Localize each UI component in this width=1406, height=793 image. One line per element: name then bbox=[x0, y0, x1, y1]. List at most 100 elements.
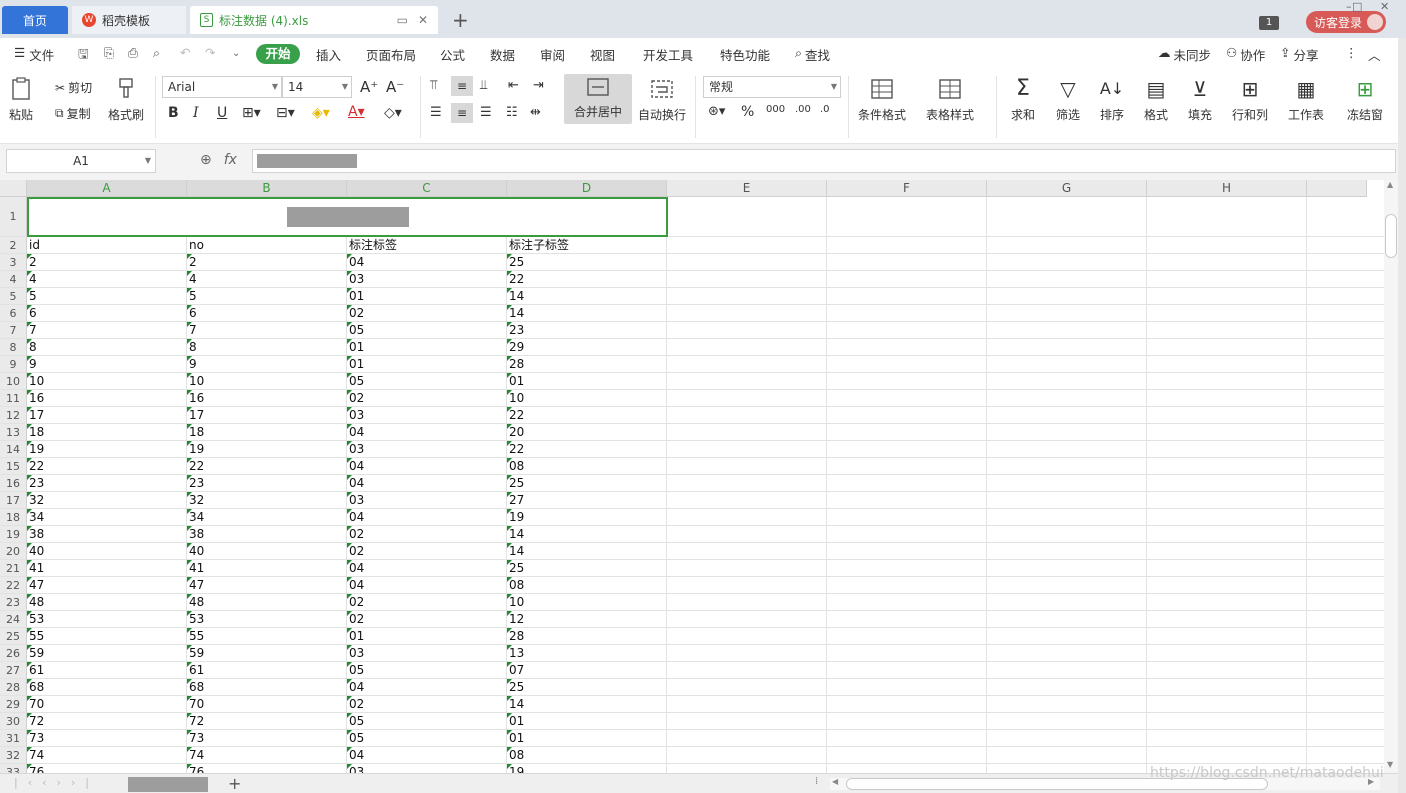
scroll-up-icon[interactable]: ▲ bbox=[1387, 180, 1393, 189]
empty-cell[interactable] bbox=[827, 594, 987, 611]
empty-cell[interactable] bbox=[827, 339, 987, 356]
select-all-corner[interactable] bbox=[0, 180, 27, 197]
fill-button[interactable]: ⊻ 填充 bbox=[1187, 76, 1213, 123]
align-middle-icon[interactable]: ≡ bbox=[451, 76, 473, 96]
empty-cell[interactable] bbox=[1307, 254, 1384, 271]
table-cell[interactable]: 05 bbox=[347, 713, 507, 730]
table-cell[interactable]: 02 bbox=[347, 696, 507, 713]
empty-cell[interactable] bbox=[1147, 679, 1307, 696]
empty-cell[interactable] bbox=[827, 458, 987, 475]
empty-cell[interactable] bbox=[827, 611, 987, 628]
empty-cell[interactable] bbox=[987, 611, 1147, 628]
empty-cell[interactable] bbox=[1307, 475, 1384, 492]
row-header[interactable]: 29 bbox=[0, 696, 27, 713]
table-cell[interactable]: 13 bbox=[507, 645, 667, 662]
row-header[interactable]: 17 bbox=[0, 492, 27, 509]
menu-formula[interactable]: 公式 bbox=[440, 45, 465, 64]
row-header[interactable]: 19 bbox=[0, 526, 27, 543]
table-cell[interactable]: 22 bbox=[27, 458, 187, 475]
table-cell[interactable]: 25 bbox=[507, 679, 667, 696]
empty-cell[interactable] bbox=[987, 594, 1147, 611]
close-window-icon[interactable]: ✕ bbox=[1380, 0, 1389, 13]
table-cell[interactable]: 40 bbox=[27, 543, 187, 560]
empty-cell[interactable] bbox=[1147, 543, 1307, 560]
empty-cell[interactable] bbox=[987, 747, 1147, 764]
table-cell[interactable]: 04 bbox=[347, 509, 507, 526]
empty-cell[interactable] bbox=[1307, 373, 1384, 390]
empty-cell[interactable] bbox=[1307, 305, 1384, 322]
table-cell[interactable]: 76 bbox=[187, 764, 347, 773]
empty-cell[interactable] bbox=[1147, 424, 1307, 441]
table-cell[interactable]: 68 bbox=[187, 679, 347, 696]
empty-cell[interactable] bbox=[1147, 197, 1307, 237]
row-header[interactable]: 10 bbox=[0, 373, 27, 390]
table-cell[interactable]: 38 bbox=[27, 526, 187, 543]
empty-cell[interactable] bbox=[667, 322, 827, 339]
empty-cell[interactable] bbox=[827, 696, 987, 713]
window-count-badge[interactable]: 1 bbox=[1259, 16, 1279, 30]
add-sheet-icon[interactable]: + bbox=[228, 774, 241, 793]
table-cell[interactable]: 7 bbox=[187, 322, 347, 339]
format-painter-button[interactable]: 格式刷 bbox=[108, 76, 144, 123]
underline-icon[interactable]: U bbox=[217, 105, 227, 121]
table-cell[interactable]: 10 bbox=[27, 373, 187, 390]
column-header-d[interactable]: D bbox=[507, 180, 667, 197]
empty-cell[interactable] bbox=[1307, 509, 1384, 526]
menu-insert[interactable]: 插入 bbox=[316, 45, 341, 64]
table-cell[interactable]: 23 bbox=[27, 475, 187, 492]
row-header[interactable]: 15 bbox=[0, 458, 27, 475]
empty-cell[interactable] bbox=[667, 594, 827, 611]
empty-cell[interactable] bbox=[827, 645, 987, 662]
table-cell[interactable]: 5 bbox=[27, 288, 187, 305]
empty-cell[interactable] bbox=[667, 254, 827, 271]
empty-cell[interactable] bbox=[1147, 356, 1307, 373]
empty-cell[interactable] bbox=[1147, 373, 1307, 390]
empty-cell[interactable] bbox=[987, 475, 1147, 492]
empty-cell[interactable] bbox=[667, 696, 827, 713]
sum-button[interactable]: Σ 求和 bbox=[1010, 76, 1036, 123]
new-tab-button[interactable]: + bbox=[452, 8, 469, 32]
empty-cell[interactable] bbox=[827, 526, 987, 543]
table-cell[interactable]: 03 bbox=[347, 764, 507, 773]
table-cell[interactable]: 04 bbox=[347, 458, 507, 475]
empty-cell[interactable] bbox=[987, 339, 1147, 356]
empty-cell[interactable] bbox=[667, 713, 827, 730]
table-cell[interactable]: 03 bbox=[347, 271, 507, 288]
indent-decrease-icon[interactable]: ⇤ bbox=[508, 78, 519, 93]
table-cell[interactable]: 10 bbox=[507, 594, 667, 611]
table-cell[interactable]: 05 bbox=[347, 662, 507, 679]
table-cell[interactable]: 02 bbox=[347, 611, 507, 628]
column-header-g[interactable]: G bbox=[987, 180, 1147, 197]
empty-cell[interactable] bbox=[1307, 662, 1384, 679]
table-cell[interactable]: id bbox=[27, 237, 187, 254]
table-cell[interactable]: 74 bbox=[187, 747, 347, 764]
empty-cell[interactable] bbox=[667, 492, 827, 509]
table-cell[interactable]: 48 bbox=[187, 594, 347, 611]
row-header[interactable]: 27 bbox=[0, 662, 27, 679]
empty-cell[interactable] bbox=[1147, 458, 1307, 475]
empty-cell[interactable] bbox=[827, 679, 987, 696]
empty-cell[interactable] bbox=[667, 509, 827, 526]
empty-cell[interactable] bbox=[1307, 356, 1384, 373]
empty-cell[interactable] bbox=[827, 254, 987, 271]
print-preview-icon[interactable]: ⌕ bbox=[153, 45, 160, 61]
table-cell[interactable]: 03 bbox=[347, 441, 507, 458]
row-header[interactable]: 20 bbox=[0, 543, 27, 560]
row-header[interactable]: 22 bbox=[0, 577, 27, 594]
row-header[interactable]: 12 bbox=[0, 407, 27, 424]
align-bottom-icon[interactable]: ⫫ bbox=[480, 78, 487, 93]
row-header[interactable]: 7 bbox=[0, 322, 27, 339]
share-button[interactable]: ⇪ 分享 bbox=[1280, 45, 1319, 64]
merged-title-cell[interactable] bbox=[27, 197, 668, 237]
empty-cell[interactable] bbox=[987, 577, 1147, 594]
monitor-icon[interactable]: ▭ bbox=[397, 13, 408, 27]
row-header[interactable]: 16 bbox=[0, 475, 27, 492]
table-cell[interactable]: 01 bbox=[507, 373, 667, 390]
more-icon[interactable]: ⋮ bbox=[1345, 45, 1358, 60]
thousands-icon[interactable]: 000 bbox=[766, 104, 785, 115]
fill-color-icon[interactable]: ◈▾ bbox=[312, 105, 330, 121]
zoom-icon[interactable]: ⊕ bbox=[200, 152, 212, 168]
table-cell[interactable]: 17 bbox=[187, 407, 347, 424]
table-cell[interactable]: 23 bbox=[507, 322, 667, 339]
table-cell[interactable]: 9 bbox=[27, 356, 187, 373]
